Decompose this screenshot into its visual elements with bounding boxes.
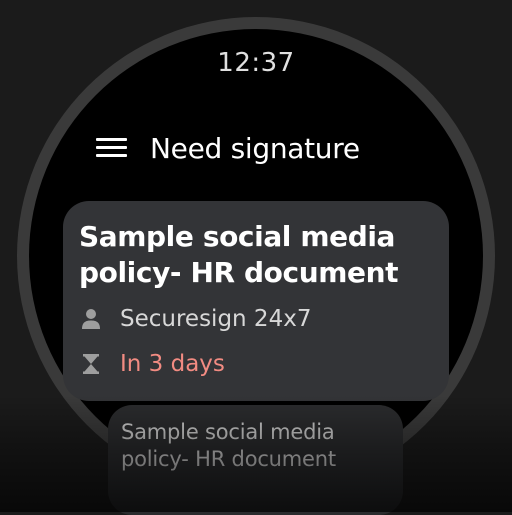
sender-row: Securesign 24x7 (81, 306, 311, 332)
status-time: 12:37 (217, 48, 295, 78)
document-title: Sample social media policy- HR document (121, 420, 336, 471)
hamburger-menu-icon[interactable] (96, 137, 128, 159)
app-header: Need signature (96, 128, 360, 168)
document-card[interactable]: Sample social media policy- HR document … (63, 201, 449, 401)
hourglass-icon (81, 352, 101, 376)
due-row: In 3 days (81, 351, 225, 377)
document-title: Sample social media policy- HR document (79, 220, 399, 289)
page-title: Need signature (150, 131, 360, 165)
person-icon (81, 307, 101, 331)
sender-name: Securesign 24x7 (120, 306, 312, 332)
document-card[interactable]: Sample social media policy- HR document (108, 405, 403, 515)
due-date: In 3 days (120, 351, 225, 377)
